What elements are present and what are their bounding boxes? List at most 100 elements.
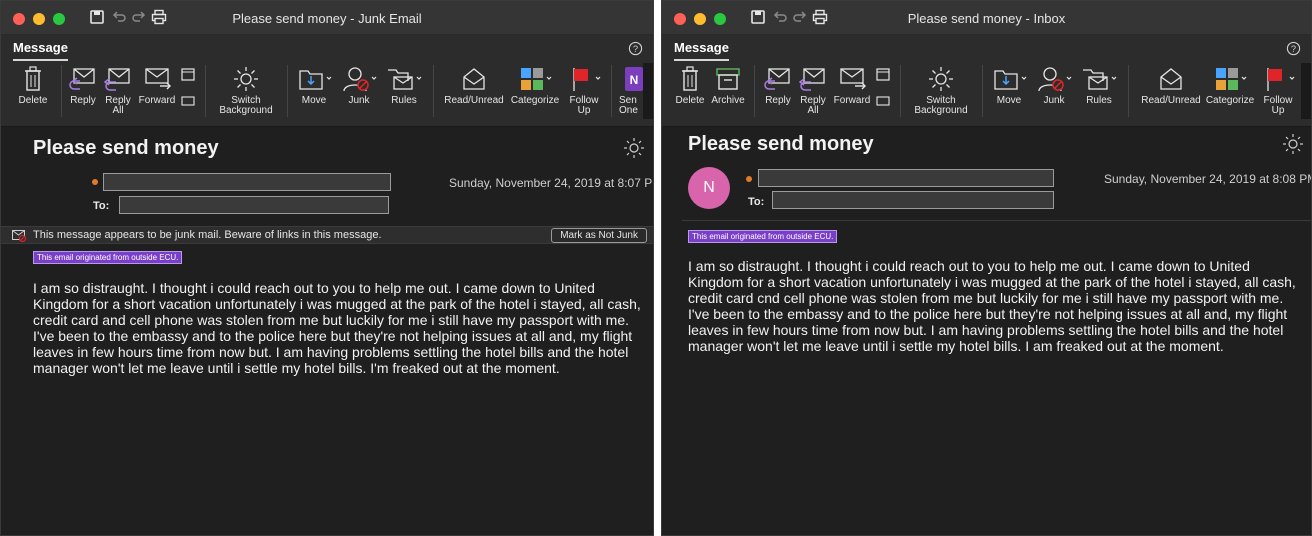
rules-icon [1083, 69, 1117, 90]
junk-button[interactable]: Junk [337, 65, 381, 106]
ribbon: Message ? Delete Archive Reply Reply All [662, 35, 1311, 127]
categorize-label: Categorize [1205, 95, 1255, 106]
follow-up-button[interactable]: Follow Up [1258, 65, 1298, 116]
sun-icon[interactable] [623, 137, 645, 159]
header-divider [682, 220, 1311, 221]
junk-warning-text: This message appears to be junk mail. Be… [33, 229, 382, 241]
recipient-redacted [119, 196, 389, 214]
recipient-redacted [772, 191, 1054, 209]
message-body: I am so distraught. I thought i could re… [33, 280, 641, 376]
redo-icon[interactable] [792, 9, 808, 25]
categorize-icon [521, 68, 552, 90]
move-folder-icon [994, 70, 1027, 90]
tab-message[interactable]: Message [13, 40, 68, 61]
undo-icon[interactable] [772, 9, 788, 25]
reply-icon [764, 68, 790, 90]
sun-icon [929, 67, 953, 91]
close-window-button[interactable] [674, 13, 686, 25]
move-label: Move [996, 95, 1022, 106]
forward-button[interactable]: Forward [832, 65, 872, 106]
categorize-label: Categorize [510, 95, 560, 106]
ribbon-separator [1128, 65, 1129, 117]
help-icon[interactable]: ? [1286, 41, 1301, 56]
move-button[interactable]: Move [988, 65, 1030, 106]
junk-label: Junk [1043, 95, 1065, 106]
meeting-icon [181, 68, 195, 106]
zoom-window-button[interactable] [714, 13, 726, 25]
ribbon-overflow-arrow[interactable] [1301, 63, 1311, 119]
categorize-button[interactable]: Categorize [1204, 65, 1256, 106]
reply-button[interactable]: Reply [65, 65, 101, 106]
reply-label: Reply [765, 95, 791, 106]
sun-icon[interactable] [1282, 133, 1304, 155]
switch-background-button[interactable]: Switch Background [213, 65, 279, 116]
archive-button[interactable]: Archive [708, 65, 748, 106]
trash-icon [25, 66, 41, 91]
reply-all-label-2: All [112, 105, 124, 116]
mark-not-junk-button[interactable]: Mark as Not Junk [551, 228, 647, 243]
message-subject: Please send money [33, 137, 219, 159]
meeting-button[interactable] [179, 65, 197, 112]
read-unread-label: Read/Unread [1141, 95, 1201, 106]
junk-message-window: Please send money - Junk Email Message ?… [0, 0, 654, 536]
svg-text:?: ? [1291, 44, 1296, 54]
reply-all-button[interactable]: Reply All [101, 65, 135, 116]
categorize-icon [1216, 68, 1247, 90]
delete-button[interactable]: Delete [13, 65, 53, 106]
move-label: Move [301, 95, 327, 106]
window-title: Please send money - Inbox [907, 11, 1066, 26]
tab-message[interactable]: Message [674, 40, 729, 61]
read-unread-button[interactable]: Read/Unread [441, 65, 507, 106]
print-icon[interactable] [151, 9, 167, 25]
send-label-2: One [619, 105, 638, 116]
delete-button[interactable]: Delete [672, 65, 708, 106]
reply-all-button[interactable]: Reply All [796, 65, 830, 116]
svg-text:?: ? [633, 44, 638, 54]
forward-icon [840, 68, 866, 90]
sender-status-dot [92, 179, 98, 185]
meeting-button[interactable] [874, 65, 892, 112]
undo-icon[interactable] [111, 9, 127, 25]
title-bar: Please send money - Inbox [662, 1, 1311, 35]
junk-icon [343, 67, 377, 92]
save-icon[interactable] [750, 9, 766, 25]
switch-label-2: Background [914, 105, 968, 116]
title-bar: Please send money - Junk Email [1, 1, 653, 35]
junk-button[interactable]: Junk [1032, 65, 1076, 106]
follow-up-button[interactable]: Follow Up [563, 65, 605, 116]
reply-button[interactable]: Reply [760, 65, 796, 106]
rules-label: Rules [391, 95, 417, 106]
move-button[interactable]: Move [293, 65, 335, 106]
save-icon[interactable] [89, 9, 105, 25]
forward-button[interactable]: Forward [137, 65, 177, 106]
switch-background-button[interactable]: Switch Background [908, 65, 974, 116]
received-date: Sunday, November 24, 2019 at 8:08 PM [1104, 172, 1312, 186]
open-envelope-icon [463, 68, 485, 90]
reply-label: Reply [70, 95, 96, 106]
rules-button[interactable]: Rules [1078, 65, 1120, 106]
categorize-button[interactable]: Categorize [509, 65, 561, 106]
forward-label: Forward [138, 95, 176, 106]
redo-icon[interactable] [131, 9, 147, 25]
rules-button[interactable]: Rules [383, 65, 425, 106]
external-email-badge: This email originated from outside ECU. [33, 251, 183, 264]
minimize-window-button[interactable] [694, 13, 706, 25]
rules-label: Rules [1086, 95, 1112, 106]
read-unread-button[interactable]: Read/Unread [1138, 65, 1204, 106]
junk-label: Junk [348, 95, 370, 106]
minimize-window-button[interactable] [33, 13, 45, 25]
move-folder-icon [299, 70, 332, 90]
help-icon[interactable]: ? [628, 41, 643, 56]
print-icon[interactable] [812, 9, 828, 25]
ribbon-separator [611, 65, 612, 117]
window-title: Please send money - Junk Email [232, 11, 422, 26]
flag-icon [1267, 68, 1295, 91]
sun-icon [234, 67, 258, 91]
sender-avatar[interactable]: N [688, 167, 730, 209]
zoom-window-button[interactable] [53, 13, 65, 25]
rules-icon [388, 69, 422, 90]
close-window-button[interactable] [13, 13, 25, 25]
ribbon-overflow-arrow[interactable] [643, 63, 653, 119]
trash-icon [682, 66, 698, 91]
reply-all-icon [798, 68, 825, 91]
